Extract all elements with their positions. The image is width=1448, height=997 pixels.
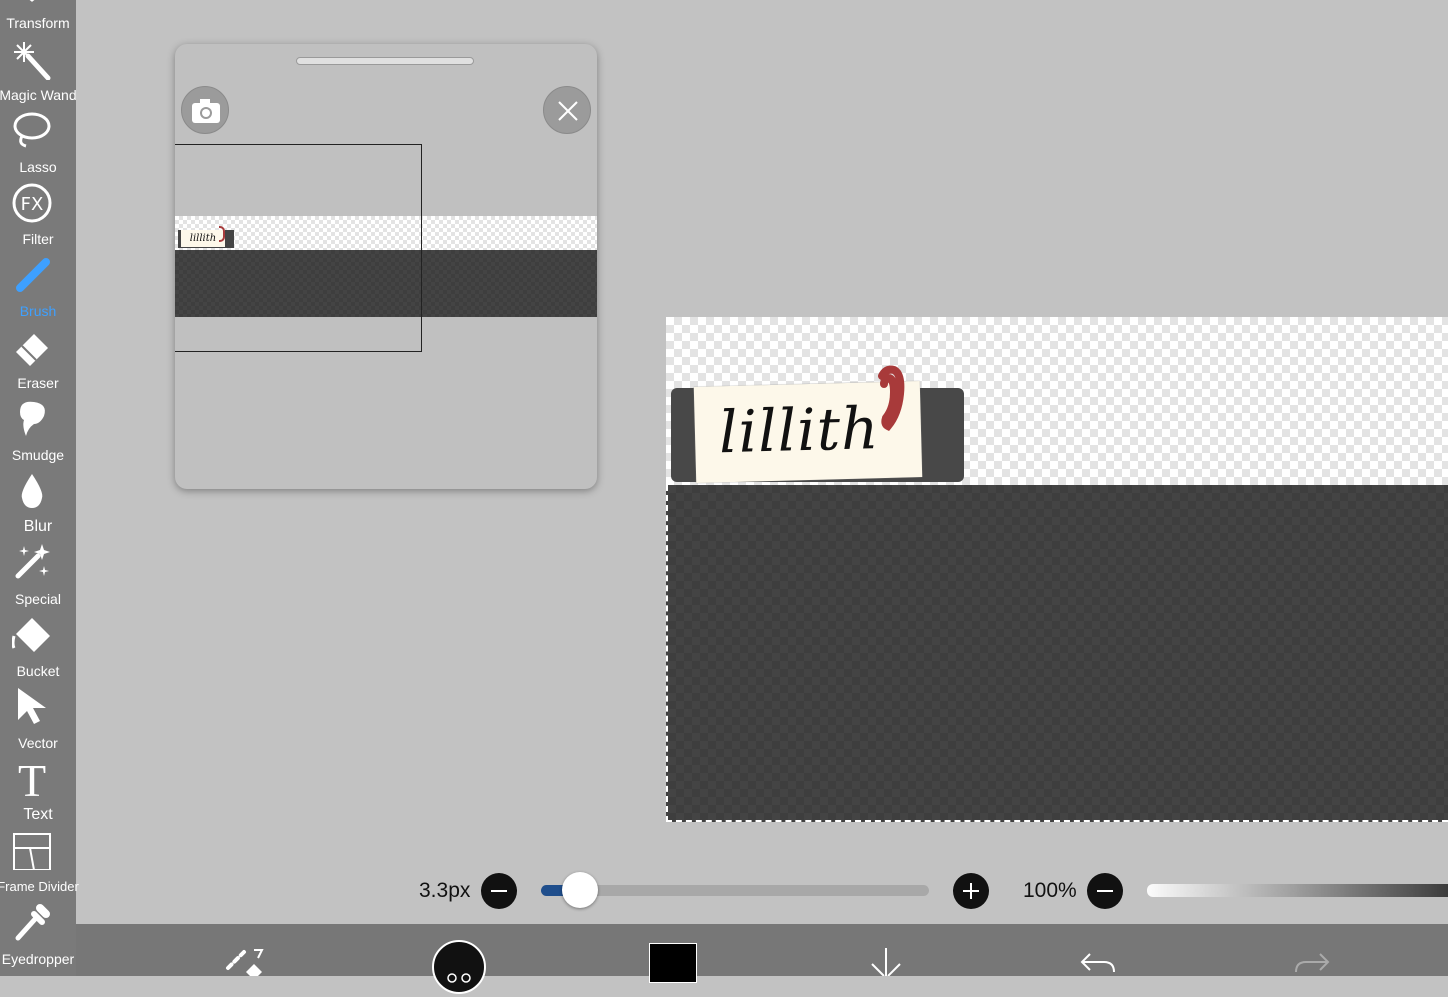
redo-icon[interactable] bbox=[1292, 950, 1332, 976]
close-navigator-button[interactable] bbox=[543, 86, 591, 134]
opacity-decrease-button[interactable] bbox=[1087, 873, 1123, 909]
close-icon bbox=[558, 101, 578, 121]
canvas-dark-area[interactable] bbox=[666, 485, 1448, 822]
plus-icon bbox=[963, 883, 979, 899]
tool-label: Frame Divider bbox=[0, 879, 79, 894]
brush-size-value: 3.3px bbox=[419, 879, 471, 902]
brush-icon bbox=[16, 258, 50, 292]
tool-vector[interactable]: Vector bbox=[0, 684, 76, 756]
frame-divider-icon bbox=[13, 833, 51, 870]
tool-eraser[interactable]: Eraser bbox=[0, 324, 76, 396]
tool-label: Blur bbox=[23, 518, 53, 535]
special-sparkle-icon bbox=[15, 544, 50, 579]
tool-sidebar: Transform Magic Wand Lasso FX Filter Bru… bbox=[0, 0, 79, 976]
bucket-icon bbox=[12, 618, 50, 652]
tool-label: Smudge bbox=[11, 447, 65, 463]
tool-special[interactable]: Special bbox=[0, 540, 76, 612]
tool-label: Magic Wand bbox=[0, 87, 77, 103]
tool-label: Eraser bbox=[17, 375, 59, 391]
minus-icon bbox=[491, 890, 507, 892]
text-t-icon: T bbox=[18, 758, 46, 798]
tool-label: Eyedropper bbox=[1, 951, 75, 967]
svg-text:T: T bbox=[18, 758, 46, 798]
tool-label: Brush bbox=[19, 303, 57, 319]
tool-eyedropper[interactable]: Eyedropper bbox=[0, 900, 76, 972]
opacity-slider[interactable] bbox=[1147, 884, 1448, 897]
tool-label: Transform bbox=[6, 15, 70, 31]
smudge-icon bbox=[20, 401, 45, 436]
opacity-value: 100% bbox=[1023, 879, 1077, 902]
minus-icon bbox=[1097, 890, 1113, 892]
tool-label: Vector bbox=[18, 735, 58, 751]
brush-size-slider-knob[interactable] bbox=[561, 872, 598, 908]
brush-settings-icon[interactable] bbox=[224, 946, 268, 976]
magic-wand-icon bbox=[14, 42, 51, 80]
tool-frame-divider[interactable]: Frame Divider bbox=[0, 828, 79, 900]
brush-preview-button[interactable] bbox=[432, 940, 486, 994]
undo-icon[interactable] bbox=[1078, 950, 1118, 976]
tool-text[interactable]: T Text bbox=[0, 756, 76, 828]
lasso-icon bbox=[13, 112, 51, 148]
svg-text:FX: FX bbox=[21, 194, 44, 215]
tool-label: Special bbox=[15, 591, 61, 607]
tool-transform[interactable]: Transform bbox=[0, 0, 76, 32]
brush-preview-icon bbox=[447, 973, 471, 983]
navigator-viewport-rect[interactable] bbox=[175, 144, 422, 352]
red-hook-mark bbox=[878, 365, 905, 431]
handwritten-name-text: lillith bbox=[718, 394, 881, 467]
eyedropper-icon bbox=[15, 904, 50, 941]
tool-label: Bucket bbox=[16, 663, 60, 679]
brush-size-decrease-button[interactable] bbox=[481, 873, 517, 909]
navigator-drag-handle[interactable] bbox=[296, 57, 474, 65]
navigator-panel: lillith bbox=[175, 44, 597, 489]
tool-label: Lasso bbox=[19, 159, 57, 175]
filter-fx-icon: FX bbox=[12, 183, 52, 223]
snapshot-button[interactable] bbox=[181, 86, 229, 134]
tool-filter[interactable]: FX Filter bbox=[0, 180, 76, 252]
brush-size-increase-button[interactable] bbox=[953, 873, 989, 909]
tool-brush[interactable]: Brush bbox=[0, 252, 76, 324]
tool-label: Filter bbox=[22, 231, 54, 247]
cursor-arrow-icon bbox=[18, 688, 46, 724]
tool-magic-wand[interactable]: Magic Wand bbox=[0, 36, 77, 108]
eraser-icon bbox=[16, 334, 48, 366]
tool-smudge[interactable]: Smudge bbox=[0, 396, 76, 468]
tool-blur[interactable]: Blur bbox=[0, 468, 76, 540]
bottom-toolbar bbox=[76, 924, 1448, 994]
tool-label: Text bbox=[23, 806, 53, 823]
color-swatch[interactable] bbox=[649, 943, 697, 983]
tool-lasso[interactable]: Lasso bbox=[0, 108, 76, 180]
droplet-icon bbox=[21, 474, 43, 508]
layer-icon[interactable] bbox=[866, 944, 906, 976]
tool-bucket[interactable]: Bucket bbox=[0, 612, 76, 684]
camera-icon bbox=[192, 99, 220, 123]
brush-size-slider[interactable] bbox=[541, 872, 929, 908]
